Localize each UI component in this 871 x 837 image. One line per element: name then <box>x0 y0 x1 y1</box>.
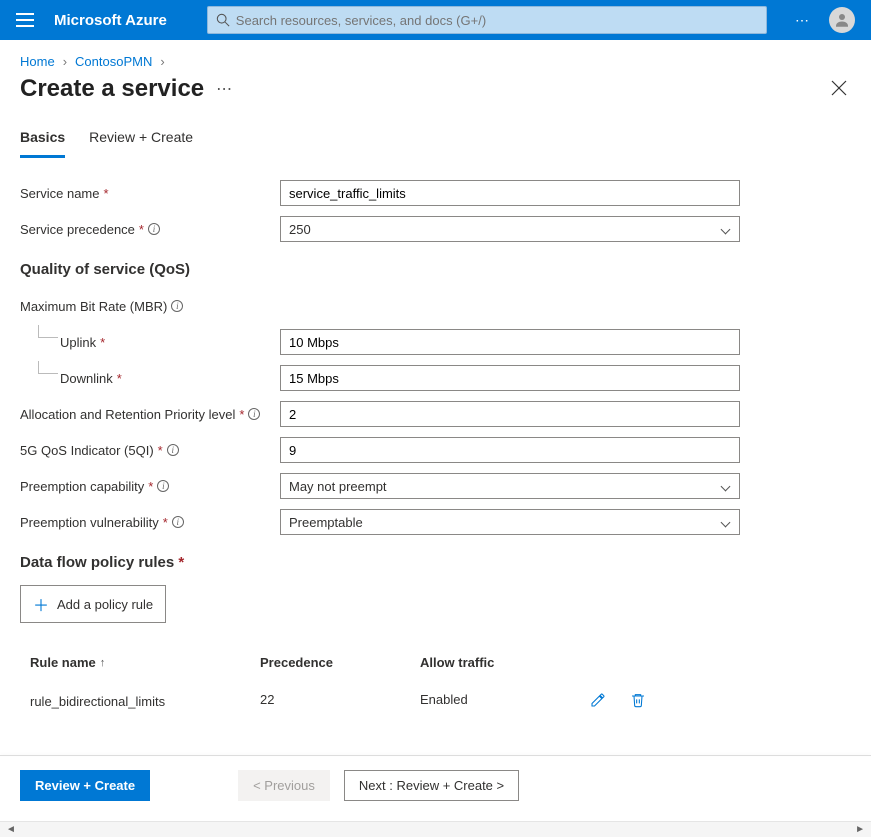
mbr-label: Maximum Bit Rate (MBR) <box>20 299 167 314</box>
required-marker: * <box>163 515 168 530</box>
required-marker: * <box>100 335 105 350</box>
uplink-input[interactable] <box>280 329 740 355</box>
arp-input[interactable] <box>280 401 740 427</box>
service-precedence-value: 250 <box>289 222 311 237</box>
column-rule-name-label: Rule name <box>30 655 96 670</box>
required-marker: * <box>239 407 244 422</box>
rules-header-label: Data flow policy rules <box>20 554 174 571</box>
chevron-down-icon <box>721 517 731 527</box>
scroll-right-icon[interactable]: ► <box>851 824 869 835</box>
title-more-icon[interactable]: ⋯ <box>216 79 234 99</box>
info-icon[interactable]: i <box>157 480 169 492</box>
required-marker: * <box>178 554 184 571</box>
rule-name-cell: rule_bidirectional_limits <box>30 692 260 711</box>
form-area: Service name * Service precedence * i 25… <box>0 159 871 735</box>
menu-toggle-icon[interactable] <box>16 13 34 27</box>
horizontal-scrollbar[interactable]: ◄ ► <box>0 821 871 837</box>
chevron-down-icon <box>721 481 731 491</box>
info-icon[interactable]: i <box>148 223 160 235</box>
info-icon[interactable]: i <box>248 408 260 420</box>
preempt-vulnerability-value: Preemptable <box>289 515 363 530</box>
rules-table-header: Rule name ↑ Precedence Allow traffic <box>20 647 851 678</box>
rule-precedence-cell: 22 <box>260 692 420 711</box>
preempt-capability-value: May not preempt <box>289 479 387 494</box>
edit-rule-button[interactable] <box>590 692 606 711</box>
breadcrumb: Home › ContosoPMN › <box>0 40 871 75</box>
required-marker: * <box>117 371 122 386</box>
top-bar: Microsoft Azure ⋯ <box>0 0 871 40</box>
service-name-input[interactable] <box>280 180 740 206</box>
edit-icon <box>590 692 606 708</box>
table-row: rule_bidirectional_limits 22 Enabled <box>20 678 851 725</box>
next-button[interactable]: Next : Review + Create > <box>344 770 519 801</box>
page-title: Create a service <box>20 75 204 103</box>
global-search[interactable] <box>207 6 767 34</box>
rule-allow-cell: Enabled <box>420 692 580 711</box>
preempt-capability-select[interactable]: May not preempt <box>280 473 740 499</box>
arp-label: Allocation and Retention Priority level <box>20 407 235 422</box>
column-precedence[interactable]: Precedence <box>260 655 420 670</box>
rules-table: Rule name ↑ Precedence Allow traffic rul… <box>20 647 851 725</box>
preempt-capability-label: Preemption capability <box>20 479 144 494</box>
tabs: Basics Review + Create <box>0 121 871 159</box>
sort-ascending-icon: ↑ <box>100 657 106 669</box>
required-marker: * <box>139 222 144 237</box>
title-row: Create a service ⋯ <box>0 75 871 121</box>
service-name-label: Service name <box>20 186 99 201</box>
tab-basics[interactable]: Basics <box>20 121 65 158</box>
info-icon[interactable]: i <box>167 444 179 456</box>
tree-connector <box>38 325 58 338</box>
breadcrumb-resource[interactable]: ContosoPMN <box>75 54 152 69</box>
info-icon[interactable]: i <box>172 516 184 528</box>
more-menu-icon[interactable]: ⋯ <box>795 12 811 29</box>
review-create-button[interactable]: Review + Create <box>20 770 150 801</box>
qos-section-header: Quality of service (QoS) <box>20 261 851 278</box>
close-button[interactable] <box>827 76 851 103</box>
person-icon <box>833 11 851 29</box>
info-icon[interactable]: i <box>171 300 183 312</box>
chevron-right-icon: › <box>63 54 67 69</box>
preempt-vulnerability-select[interactable]: Preemptable <box>280 509 740 535</box>
required-marker: * <box>103 186 108 201</box>
column-allow-traffic[interactable]: Allow traffic <box>420 655 580 670</box>
close-icon <box>831 80 847 96</box>
delete-rule-button[interactable] <box>630 692 646 711</box>
fgqi-label: 5G QoS Indicator (5QI) <box>20 443 154 458</box>
previous-button: < Previous <box>238 770 330 801</box>
search-input[interactable] <box>236 13 758 28</box>
uplink-label: Uplink <box>60 335 96 350</box>
required-marker: * <box>148 479 153 494</box>
add-policy-rule-button[interactable]: ＋ Add a policy rule <box>20 585 166 623</box>
required-marker: * <box>158 443 163 458</box>
footer-bar: Review + Create < Previous Next : Review… <box>0 756 871 821</box>
fgqi-input[interactable] <box>280 437 740 463</box>
add-rule-label: Add a policy rule <box>57 597 153 612</box>
column-rule-name[interactable]: Rule name ↑ <box>30 655 260 670</box>
tab-review-create[interactable]: Review + Create <box>89 121 193 158</box>
preempt-vulnerability-label: Preemption vulnerability <box>20 515 159 530</box>
downlink-input[interactable] <box>280 365 740 391</box>
breadcrumb-home[interactable]: Home <box>20 54 55 69</box>
service-precedence-select[interactable]: 250 <box>280 216 740 242</box>
tree-connector <box>38 361 58 374</box>
scroll-left-icon[interactable]: ◄ <box>2 824 20 835</box>
user-avatar[interactable] <box>829 7 855 33</box>
service-precedence-label: Service precedence <box>20 222 135 237</box>
plus-icon: ＋ <box>33 592 49 616</box>
brand-label: Microsoft Azure <box>54 12 167 29</box>
rules-section-header: Data flow policy rules * <box>20 554 851 571</box>
chevron-down-icon <box>721 224 731 234</box>
trash-icon <box>630 692 646 708</box>
downlink-label: Downlink <box>60 371 113 386</box>
search-icon <box>216 13 230 27</box>
chevron-right-icon: › <box>160 54 164 69</box>
